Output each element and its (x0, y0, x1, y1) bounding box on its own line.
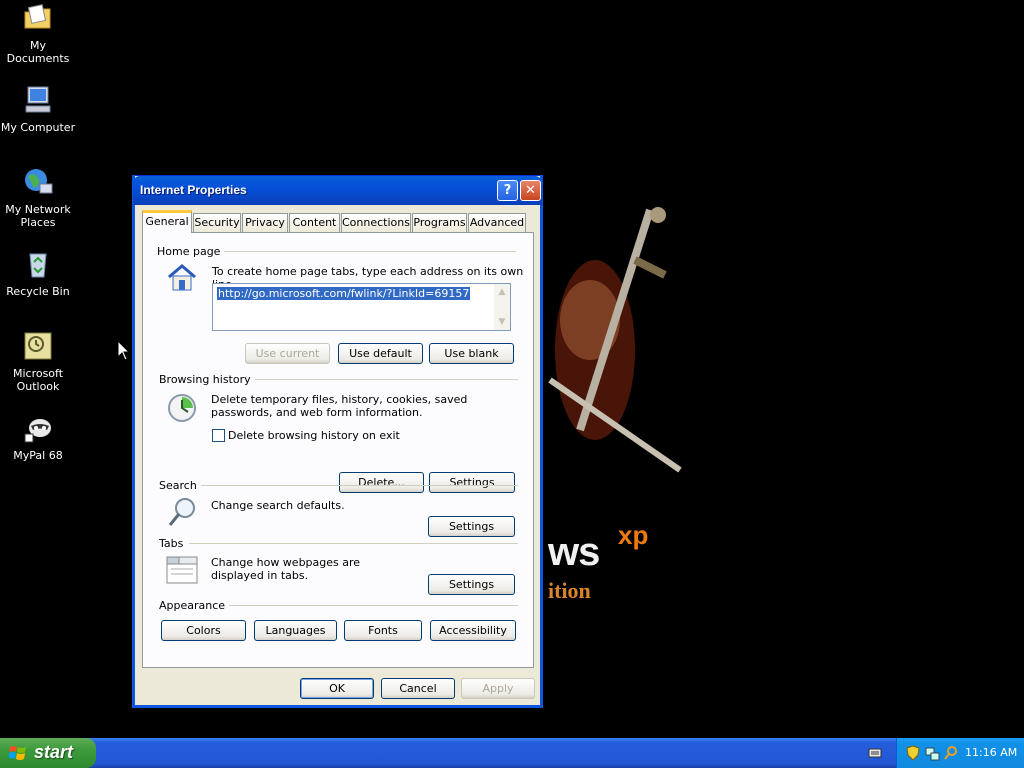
delete-history-on-exit-checkbox[interactable] (212, 429, 225, 442)
system-tray: 11:16 AM (896, 738, 1024, 768)
delete-history-on-exit-label[interactable]: Delete browsing history on exit (228, 429, 400, 442)
windows-flag-icon (9, 746, 26, 760)
colors-button[interactable]: Colors (161, 620, 246, 641)
security-shield-icon[interactable] (905, 745, 921, 761)
home-page-url-field[interactable]: http://go.microsoft.com/fwlink/?LinkId=6… (212, 283, 511, 331)
tabs-settings-button[interactable]: Settings (428, 574, 515, 595)
apply-button[interactable]: Apply (461, 678, 535, 699)
tab-privacy[interactable]: Privacy (242, 213, 288, 232)
delete-history-button[interactable]: Delete... (339, 472, 424, 493)
tab-connections[interactable]: Connections (341, 213, 411, 232)
tabs-heading: Tabs (159, 537, 188, 550)
tab-content[interactable]: Content (289, 213, 340, 232)
desktop-icon-my-documents[interactable]: My Documents (0, 2, 76, 65)
mypal-raccoon-icon (24, 419, 51, 443)
desktop-icon-microsoft-outlook[interactable]: Microsoft Outlook (0, 330, 76, 393)
dialog-title-bar[interactable]: Internet Properties ? ✕ (133, 176, 542, 205)
desktop-icon-mypal[interactable]: MyPal 68 (0, 412, 76, 462)
home-icon (168, 264, 196, 291)
home-page-heading: Home page (157, 245, 225, 258)
use-current-button[interactable]: Use current (245, 343, 330, 364)
search-divider (195, 485, 518, 486)
start-button[interactable]: start (0, 738, 96, 768)
tab-advanced[interactable]: Advanced (468, 213, 526, 232)
search-magnifier-icon (168, 498, 195, 526)
appearance-divider (221, 605, 518, 606)
wallpaper-logo: ws xp ition (548, 520, 649, 603)
languages-button[interactable]: Languages (254, 620, 337, 641)
tab-general[interactable]: General (142, 210, 192, 233)
taskbar: start 11:16 AM (0, 738, 1024, 768)
folder-documents-icon (24, 4, 51, 29)
desktop-icon-my-computer[interactable]: My Computer (0, 84, 76, 134)
tab-security[interactable]: Security (193, 213, 241, 232)
history-clock-icon (168, 394, 196, 422)
dialog-title: Internet Properties (140, 183, 247, 197)
fonts-button[interactable]: Fonts (344, 620, 422, 641)
history-settings-button[interactable]: Settings (429, 472, 515, 493)
close-button[interactable]: ✕ (520, 180, 541, 201)
desktop-icon-my-network-places[interactable]: My Network Places (0, 166, 76, 229)
search-description: Change search defaults. (211, 499, 345, 512)
scroll-down-icon[interactable]: ▼ (494, 314, 510, 330)
internet-properties-dialog: Internet Properties ? ✕ General Security… (132, 175, 543, 708)
network-globe-icon (25, 169, 53, 194)
search-settings-button[interactable]: Settings (428, 516, 515, 537)
home-page-divider (213, 251, 516, 252)
browsing-history-heading: Browsing history (159, 373, 255, 386)
desktop-icon-recycle-bin[interactable]: Recycle Bin (0, 248, 76, 298)
home-page-url-text[interactable]: http://go.microsoft.com/fwlink/?LinkId=6… (217, 287, 471, 300)
keyboard-icon[interactable] (868, 746, 882, 760)
use-blank-button[interactable]: Use blank (429, 343, 514, 364)
browsing-history-description: Delete temporary files, history, cookies… (211, 393, 468, 419)
cancel-button[interactable]: Cancel (381, 678, 455, 699)
browsing-history-divider (241, 379, 518, 380)
tabs-divider (189, 543, 518, 544)
recycle-bin-icon (29, 253, 47, 278)
network-status-icon[interactable] (924, 745, 940, 761)
computer-icon (25, 86, 51, 113)
home-page-scrollbar[interactable]: ▲ ▼ (494, 284, 510, 330)
appearance-heading: Appearance (159, 599, 230, 612)
start-label: start (34, 742, 74, 762)
tabs-description: Change how webpages are displayed in tab… (211, 556, 361, 582)
search-heading: Search (159, 479, 201, 492)
tabs-window-icon (166, 556, 198, 584)
accessibility-button[interactable]: Accessibility (430, 620, 516, 641)
clock[interactable]: 11:16 AM (965, 746, 1017, 759)
ok-button[interactable]: OK (300, 678, 374, 699)
scroll-up-icon[interactable]: ▲ (494, 284, 510, 300)
wallpaper-art (548, 207, 682, 473)
help-button[interactable]: ? (497, 180, 518, 201)
tab-programs[interactable]: Programs (412, 213, 467, 232)
search-tray-icon[interactable] (943, 745, 959, 761)
mouse-cursor-icon (117, 340, 131, 361)
general-tab-panel: Home page To create home page tabs, type… (142, 232, 534, 668)
use-default-button[interactable]: Use default (338, 343, 423, 364)
outlook-icon (24, 332, 52, 360)
